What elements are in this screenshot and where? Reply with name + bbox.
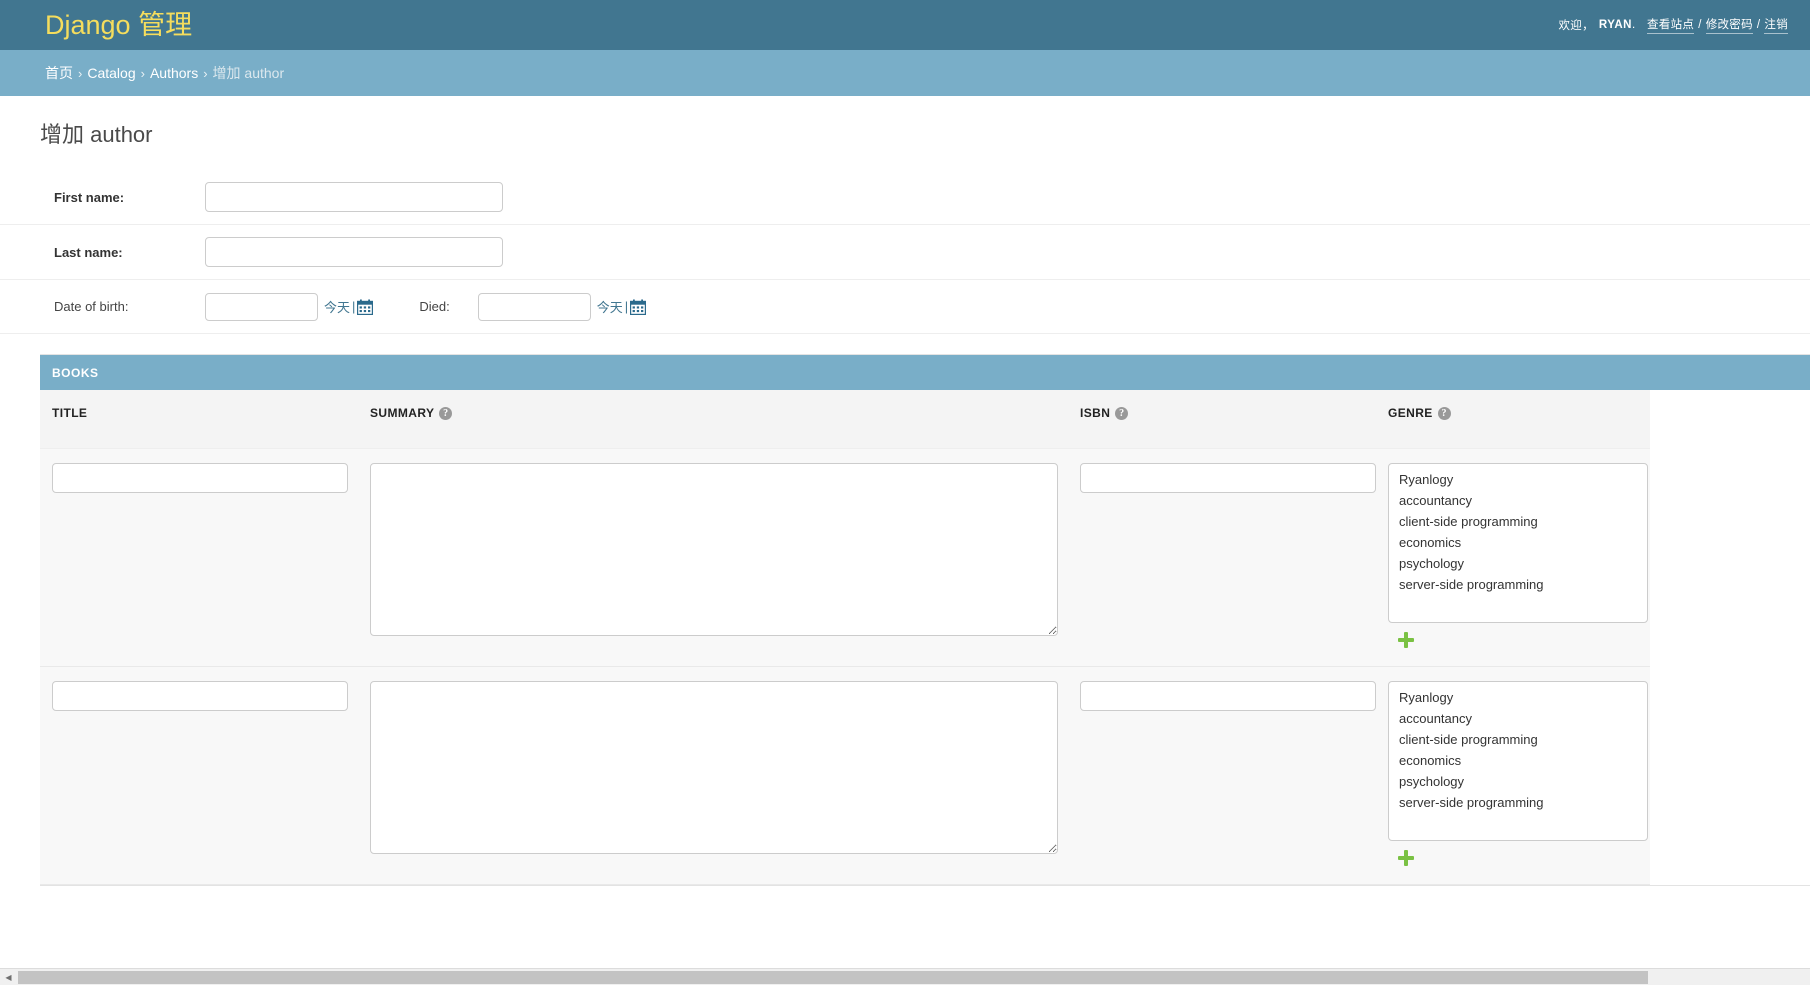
scroll-left-arrow[interactable]: ◀ — [0, 968, 17, 985]
help-icon[interactable]: ? — [1437, 407, 1451, 421]
welcome-text: 欢迎， — [1558, 20, 1594, 32]
genre-option[interactable]: server-side programming — [1395, 793, 1647, 814]
genre-option[interactable]: accountancy — [1395, 709, 1647, 730]
breadcrumb-item-current: 增加 author — [212, 65, 285, 81]
genre-option[interactable]: accountancy — [1395, 491, 1647, 512]
breadcrumb-separator: › — [140, 65, 145, 81]
books-inline-heading: BOOKS — [40, 355, 1810, 391]
form-row-dates: Date of birth: 今天 | Died: 今天 | — [0, 280, 1810, 335]
died-today-link[interactable]: 今天 — [597, 297, 623, 316]
breadcrumb-item-home[interactable]: 首页 — [45, 63, 73, 83]
breadcrumb-separator: › — [78, 65, 83, 81]
username-label: RYAN — [1598, 19, 1632, 31]
book-title-input-0[interactable] — [52, 462, 348, 493]
breadcrumb: 首页 › Catalog › Authors › 增加 author — [0, 50, 1810, 96]
username-suffix: . — [1631, 19, 1636, 31]
help-icon[interactable]: ? — [439, 407, 453, 421]
cell-title — [40, 666, 358, 885]
column-header-isbn-label: ISBN — [1080, 406, 1111, 421]
date-of-birth-today-link[interactable]: 今天 — [324, 297, 350, 316]
column-header-title-label: TITLE — [52, 406, 88, 421]
cell-title — [40, 448, 358, 667]
breadcrumb-item-catalog[interactable]: Catalog — [87, 65, 135, 81]
column-header-isbn: ISBN? — [1068, 390, 1376, 449]
first-name-input[interactable] — [205, 182, 503, 213]
genre-option[interactable]: client-side programming — [1395, 512, 1647, 533]
date-of-birth-group: 今天 | — [205, 292, 374, 321]
first-name-label: First name: — [54, 189, 125, 205]
site-title[interactable]: Django 管理 — [45, 11, 192, 39]
books-inline-module: BOOKS TITLE SUMMARY? ISBN? GENRE ? Ryanl… — [40, 354, 1810, 886]
date-of-birth-pipe: | — [352, 299, 356, 315]
view-site-link[interactable]: 查看站点 — [1646, 16, 1695, 34]
genre-option[interactable]: psychology — [1395, 554, 1647, 575]
change-password-link[interactable]: 修改密码 — [1705, 16, 1753, 34]
genre-option[interactable]: Ryanlogy — [1395, 688, 1647, 709]
last-name-input[interactable] — [205, 237, 503, 268]
author-fieldset: First name: Last name: Date of birth: 今天… — [0, 170, 1810, 335]
book-isbn-input-0[interactable] — [1080, 462, 1376, 493]
column-header-title: TITLE — [40, 390, 358, 449]
table-row: Ryanlogy accountancy client-side program… — [40, 448, 1650, 667]
breadcrumb-separator: › — [203, 65, 208, 81]
calendar-icon[interactable] — [629, 299, 647, 316]
book-isbn-input-1[interactable] — [1080, 680, 1376, 711]
form-row-last-name: Last name: — [0, 225, 1810, 281]
last-name-label: Last name: — [54, 244, 123, 260]
page-title: 增加 author — [40, 122, 153, 147]
site-header: Django 管理 欢迎， RYAN. 查看站点 / 修改密码 / 注销 — [0, 0, 1810, 50]
link-separator-1: / — [1698, 19, 1702, 31]
horizontal-scrollbar[interactable]: ◀ — [0, 968, 1810, 985]
column-header-genre: GENRE? — [1376, 390, 1650, 449]
cell-genre: Ryanlogy accountancy client-side program… — [1376, 448, 1650, 667]
book-genre-select-0[interactable]: Ryanlogy accountancy client-side program… — [1388, 462, 1648, 623]
user-tools: 欢迎， RYAN. 查看站点 / 修改密码 / 注销 — [1558, 16, 1788, 34]
cell-isbn — [1068, 448, 1376, 667]
cell-genre: Ryanlogy accountancy client-side program… — [1376, 666, 1650, 885]
books-table-body: Ryanlogy accountancy client-side program… — [40, 448, 1650, 885]
scrollbar-thumb[interactable] — [18, 970, 1648, 984]
cell-isbn — [1068, 666, 1376, 885]
genre-option[interactable]: Ryanlogy — [1395, 470, 1647, 491]
book-summary-input-1[interactable] — [370, 680, 1058, 854]
genre-option[interactable]: psychology — [1395, 772, 1647, 793]
link-separator-2: / — [1756, 19, 1761, 31]
died-group: 今天 | — [477, 292, 647, 321]
genre-option[interactable]: server-side programming — [1395, 575, 1647, 596]
died-label: Died: — [419, 299, 450, 315]
genre-option[interactable]: economics — [1395, 751, 1647, 772]
date-of-birth-input[interactable] — [205, 292, 318, 321]
died-input[interactable] — [477, 292, 591, 321]
genre-option[interactable]: economics — [1395, 533, 1647, 554]
date-of-birth-label: Date of birth: — [54, 299, 129, 315]
cell-summary — [358, 666, 1068, 885]
form-row-first-name: First name: — [0, 170, 1810, 226]
cell-summary — [358, 448, 1068, 667]
book-title-input-1[interactable] — [52, 680, 348, 711]
died-pipe: | — [624, 299, 629, 315]
breadcrumb-item-authors[interactable]: Authors — [150, 65, 198, 81]
book-genre-select-1[interactable]: Ryanlogy accountancy client-side program… — [1388, 680, 1648, 841]
table-row: Ryanlogy accountancy client-side program… — [40, 666, 1650, 885]
add-genre-icon[interactable] — [1398, 849, 1414, 866]
add-genre-icon[interactable] — [1398, 631, 1414, 648]
books-table-head: TITLE SUMMARY? ISBN? GENRE? — [40, 390, 1650, 449]
calendar-icon[interactable] — [357, 299, 374, 316]
books-inline-table: TITLE SUMMARY? ISBN? GENRE? Ryanlogy acc… — [40, 390, 1650, 885]
help-icon[interactable]: ? — [1115, 407, 1129, 421]
book-summary-input-0[interactable] — [370, 462, 1058, 636]
column-header-summary: SUMMARY? — [358, 390, 1068, 449]
column-header-genre-label: GENRE — [1388, 406, 1433, 421]
logout-link[interactable]: 注销 — [1764, 16, 1788, 34]
books-header-row: TITLE SUMMARY? ISBN? GENRE? — [40, 390, 1650, 449]
genre-option[interactable]: client-side programming — [1395, 730, 1647, 751]
column-header-summary-label: SUMMARY — [370, 406, 435, 421]
content-area: 增加 author First name: Last name: Date of… — [0, 96, 1810, 985]
